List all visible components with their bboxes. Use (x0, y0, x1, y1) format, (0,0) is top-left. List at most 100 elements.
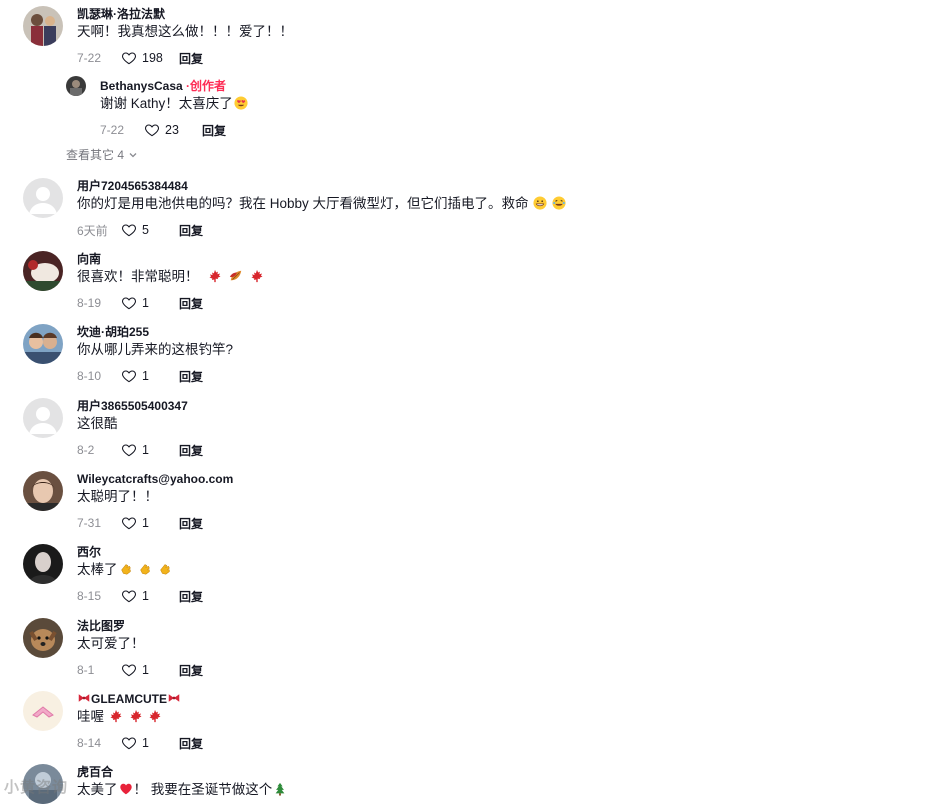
laughing-emoji (551, 196, 566, 210)
view-more-label: 查看其它 4 (66, 148, 125, 162)
reply-button[interactable]: 回复 (179, 662, 203, 679)
reply-button[interactable]: 回复 (179, 50, 203, 67)
reply-button[interactable]: 回复 (179, 295, 203, 312)
avatar[interactable] (23, 691, 63, 731)
like-button[interactable]: 198 (121, 50, 179, 66)
comment-text-content: 太美了 (77, 782, 118, 797)
comment-text: 这很酷 (77, 416, 118, 431)
reply-button[interactable]: 回复 (179, 368, 203, 385)
heart-icon (145, 124, 159, 137)
clap-emoji (140, 564, 150, 575)
comment-date: 8-15 (77, 589, 102, 603)
comment-author[interactable]: 凯瑟琳·洛拉法默 (77, 6, 293, 22)
like-button[interactable]: 1 (121, 735, 179, 751)
comment-text: 很喜欢！非常聪明！ (77, 268, 265, 286)
comment-author[interactable]: 西尔 (77, 544, 203, 560)
comment-author[interactable]: 用户7204565384484 (77, 178, 567, 194)
avatar[interactable] (23, 6, 63, 46)
maple-leaf-emoji (149, 709, 161, 723)
comment-author[interactable]: BethanysCasa ·创作者 (100, 78, 249, 94)
like-count: 23 (165, 123, 179, 137)
avatar[interactable] (23, 398, 63, 438)
creator-badge: ·创作者 (182, 79, 227, 93)
christmas-tree-emoji (275, 782, 285, 796)
view-more-replies-button[interactable]: 查看其它 4 (66, 146, 138, 163)
avatar[interactable] (23, 178, 63, 218)
comment-author[interactable]: Wileycatcrafts@yahoo.com (77, 471, 233, 487)
comment-text: 天啊！我真想这么做！！！爱了！！ (77, 24, 293, 39)
maple-leaf-emoji (209, 269, 221, 283)
like-button[interactable]: 1 (121, 442, 179, 458)
like-button[interactable]: 1 (121, 368, 179, 384)
author-name[interactable]: GLEAMCUTE (91, 692, 167, 706)
like-button[interactable]: 5 (121, 222, 179, 238)
clap-emoji (120, 564, 131, 575)
like-count: 198 (142, 51, 163, 65)
like-count: 1 (142, 663, 149, 677)
watermark: 小黄咨询 (4, 779, 69, 796)
reply-button[interactable]: 回复 (179, 222, 203, 239)
like-count: 1 (142, 296, 149, 310)
like-count: 5 (142, 223, 149, 237)
comment-date: 8-19 (77, 296, 102, 310)
heart-icon (122, 297, 136, 310)
reply-button[interactable]: 回复 (179, 588, 203, 605)
comment-date: 7-22 (77, 51, 102, 65)
author-name[interactable]: BethanysCasa (100, 79, 183, 93)
comment-text-content: ！ 我要在圣诞节做这个 (133, 782, 273, 797)
clap-emoji (160, 564, 170, 575)
avatar[interactable] (66, 76, 86, 96)
comment-author[interactable]: 坎迪·胡珀255 (77, 324, 233, 340)
like-button[interactable]: 1 (121, 662, 179, 678)
comment-date: 7-31 (77, 516, 102, 530)
heart-icon (122, 517, 136, 530)
comment-date: 8-2 (77, 443, 95, 457)
comment-text: 太棒了 (77, 561, 203, 579)
comment-text: 太美了 ！ 我要在圣诞节做这个 (77, 781, 288, 799)
like-button[interactable]: 1 (121, 515, 179, 531)
avatar[interactable] (23, 251, 63, 291)
maple-leaf-emoji (110, 709, 122, 723)
comment-text-content: 哇喔 (77, 709, 104, 724)
comment-author[interactable]: 法比图罗 (77, 618, 203, 634)
comment-date: 7-22 (100, 123, 125, 137)
avatar[interactable] (23, 471, 63, 511)
avatar[interactable] (23, 544, 63, 584)
comment-text: 谢谢 Kathy！太喜庆了 (100, 95, 249, 113)
comment-date: 8-10 (77, 369, 102, 383)
comment-text-content: 你的灯是用电池供电的吗？我在 Hobby 大厅看微型灯，但它们插电了。救命 (77, 196, 529, 211)
reply-button[interactable]: 回复 (179, 735, 203, 752)
leaves-emoji (229, 270, 242, 281)
like-button[interactable]: 1 (121, 295, 179, 311)
comment-author[interactable]: GLEAMCUTE (77, 691, 203, 707)
heart-icon (122, 590, 136, 603)
chevron-down-icon (129, 152, 137, 157)
heart-icon (122, 224, 136, 237)
bow-emoji (168, 694, 180, 702)
like-count: 1 (142, 589, 149, 603)
comment-text: 太可爱了！ (77, 636, 145, 651)
like-button[interactable]: 23 (144, 122, 202, 138)
like-button[interactable]: 1 (121, 588, 179, 604)
reply-button[interactable]: 回复 (179, 515, 203, 532)
reply-button[interactable]: 回复 (179, 442, 203, 459)
maple-leaf-emoji (130, 709, 142, 723)
red-heart-emoji (119, 783, 132, 795)
comment-text-content: 很喜欢！非常聪明！ (77, 269, 199, 284)
like-count: 1 (142, 369, 149, 383)
comment-text: 哇喔 (77, 708, 203, 726)
heart-icon (122, 52, 136, 65)
grin-emoji (532, 196, 547, 210)
comment-text: 你的灯是用电池供电的吗？我在 Hobby 大厅看微型灯，但它们插电了。救命 (77, 195, 567, 213)
reply-button[interactable]: 回复 (202, 122, 226, 139)
heart-icon (122, 370, 136, 383)
comment-author[interactable]: 用户3865505400347 (77, 398, 203, 414)
avatar[interactable] (23, 618, 63, 658)
avatar[interactable] (23, 324, 63, 364)
like-count: 1 (142, 516, 149, 530)
comment-author[interactable]: 虎百合 (77, 764, 288, 780)
maple-leaf-emoji (251, 269, 263, 283)
comment-author[interactable]: 向南 (77, 251, 265, 267)
comment-text: 太聪明了！！ (77, 489, 158, 504)
heart-eyes-emoji (234, 96, 248, 110)
